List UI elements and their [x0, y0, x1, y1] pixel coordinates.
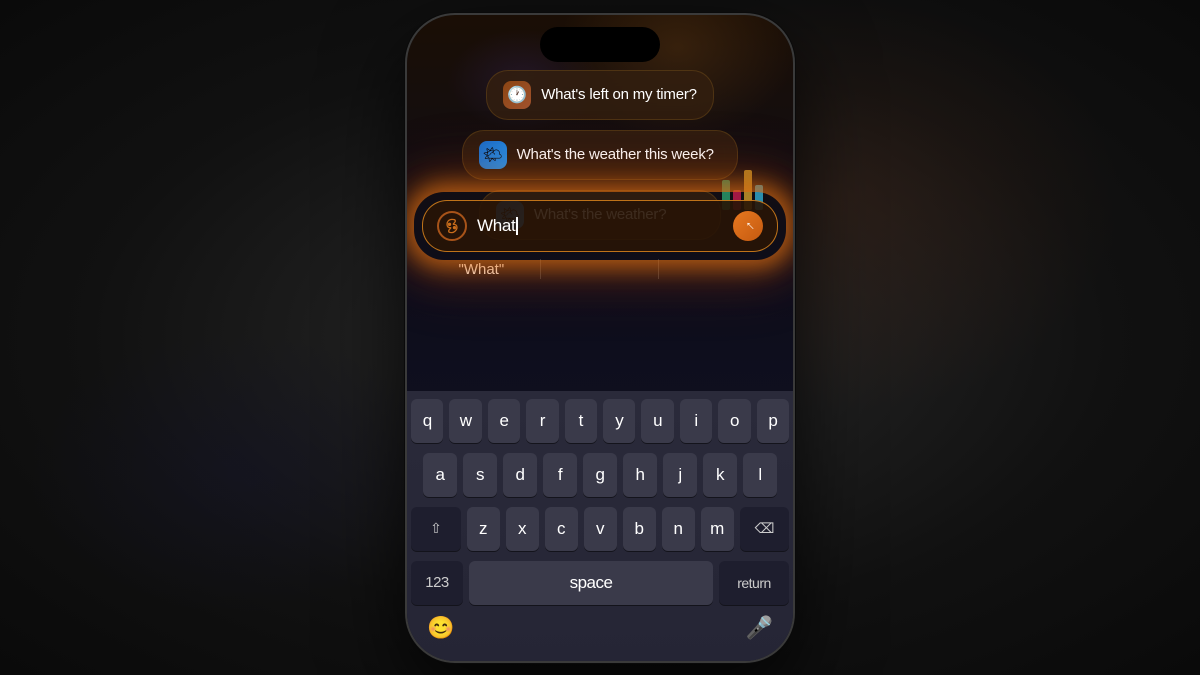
keyboard-bottom-bar: 😊 🎤 [411, 615, 789, 641]
key-k[interactable]: k [703, 453, 737, 497]
key-y[interactable]: y [603, 399, 635, 443]
key-c[interactable]: c [545, 507, 578, 551]
suggestion-weather-week[interactable]: 🌤 What's the weather this week? [462, 130, 739, 180]
suggestion-timer-text: What's left on my timer? [541, 86, 697, 103]
siri-input-text[interactable]: What [477, 216, 723, 236]
emoji-button[interactable]: 😊 [427, 615, 454, 641]
key-s[interactable]: s [463, 453, 497, 497]
keyboard-row-4: 123 space return [411, 561, 789, 605]
key-j[interactable]: j [663, 453, 697, 497]
dynamic-island [540, 27, 660, 62]
key-a[interactable]: a [423, 453, 457, 497]
key-w[interactable]: w [449, 399, 481, 443]
key-l[interactable]: l [743, 453, 777, 497]
phone-screen: 🕐 What's left on my timer? 🌤 What's the … [407, 15, 793, 661]
key-o[interactable]: o [718, 399, 750, 443]
key-h[interactable]: h [623, 453, 657, 497]
key-n[interactable]: n [662, 507, 695, 551]
key-f[interactable]: f [543, 453, 577, 497]
siri-send-button[interactable]: ↑ [733, 211, 763, 241]
key-g[interactable]: g [583, 453, 617, 497]
key-r[interactable]: r [526, 399, 558, 443]
clock-icon: 🕐 [503, 81, 531, 109]
key-t[interactable]: t [565, 399, 597, 443]
key-m[interactable]: m [701, 507, 734, 551]
key-e[interactable]: e [488, 399, 520, 443]
send-arrow-icon: ↑ [741, 216, 757, 232]
weather-week-icon: 🌤 [479, 141, 507, 169]
keyboard-row-2: a s d f g h j k l [411, 453, 789, 497]
key-i[interactable]: i [680, 399, 712, 443]
keyboard-row-3: ⇧ z x c v b n m ⌫ [411, 507, 789, 551]
page-background: 🕐 What's left on my timer? 🌤 What's the … [0, 0, 1200, 675]
key-shift[interactable]: ⇧ [411, 507, 461, 551]
key-p[interactable]: p [757, 399, 789, 443]
key-v[interactable]: v [584, 507, 617, 551]
key-d[interactable]: d [503, 453, 537, 497]
key-return[interactable]: return [719, 561, 789, 605]
key-u[interactable]: u [641, 399, 673, 443]
key-z[interactable]: z [467, 507, 500, 551]
key-q[interactable]: q [411, 399, 443, 443]
siri-input-container: What ↑ [422, 200, 778, 252]
key-space[interactable]: space [469, 561, 713, 605]
key-x[interactable]: x [506, 507, 539, 551]
phone-frame: 🕐 What's left on my timer? 🌤 What's the … [405, 13, 795, 663]
microphone-button[interactable]: 🎤 [746, 615, 773, 641]
key-delete[interactable]: ⌫ [740, 507, 790, 551]
siri-input-bar[interactable]: What ↑ [422, 200, 778, 252]
siri-logo [437, 211, 467, 241]
text-cursor [516, 217, 518, 235]
suggestion-weather-week-text: What's the weather this week? [517, 146, 714, 163]
key-123[interactable]: 123 [411, 561, 463, 605]
key-b[interactable]: b [623, 507, 656, 551]
keyboard: q w e r t y u i o p a s d f g [407, 391, 793, 661]
keyboard-row-1: q w e r t y u i o p [411, 399, 789, 443]
suggestion-timer[interactable]: 🕐 What's left on my timer? [486, 70, 714, 120]
